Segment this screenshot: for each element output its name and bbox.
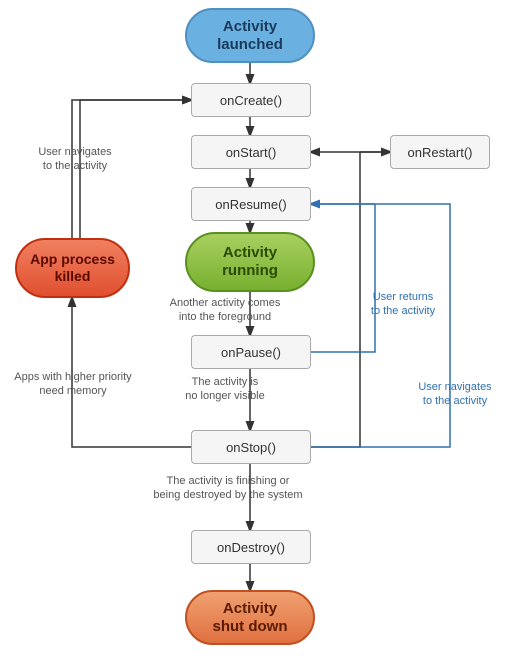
diagram: Activitylaunched onCreate() onStart() on… <box>0 0 513 663</box>
on-create-node: onCreate() <box>191 83 311 117</box>
on-pause-label: onPause() <box>221 345 281 360</box>
label-user-returns: User returnsto the activity <box>348 290 458 319</box>
label-user-navigates-bottom: User navigatesto the activity <box>400 380 510 409</box>
label-another-activity: Another activity comesinto the foregroun… <box>160 296 290 325</box>
on-resume-label: onResume() <box>215 197 287 212</box>
activity-running-node: Activityrunning <box>185 232 315 292</box>
label-no-longer-visible: The activity isno longer visible <box>160 375 290 404</box>
on-create-label: onCreate() <box>220 93 282 108</box>
label-user-navigates-top: User navigatesto the activity <box>25 145 125 174</box>
on-stop-label: onStop() <box>226 440 276 455</box>
app-process-killed-node: App processkilled <box>15 238 130 298</box>
on-destroy-label: onDestroy() <box>217 540 285 555</box>
activity-running-label: Activityrunning <box>222 244 278 280</box>
on-destroy-node: onDestroy() <box>191 530 311 564</box>
on-resume-node: onResume() <box>191 187 311 221</box>
activity-launched-node: Activitylaunched <box>185 8 315 63</box>
activity-shutdown-label: Activityshut down <box>213 600 288 636</box>
activity-shutdown-node: Activityshut down <box>185 590 315 645</box>
on-restart-node: onRestart() <box>390 135 490 169</box>
app-process-killed-label: App processkilled <box>30 251 115 285</box>
on-start-node: onStart() <box>191 135 311 169</box>
on-start-label: onStart() <box>226 145 277 160</box>
on-stop-node: onStop() <box>191 430 311 464</box>
label-finishing: The activity is finishing orbeing destro… <box>148 474 308 503</box>
label-apps-priority: Apps with higher priorityneed memory <box>8 370 138 399</box>
activity-launched-label: Activitylaunched <box>217 18 283 54</box>
on-pause-node: onPause() <box>191 335 311 369</box>
on-restart-label: onRestart() <box>407 145 472 160</box>
